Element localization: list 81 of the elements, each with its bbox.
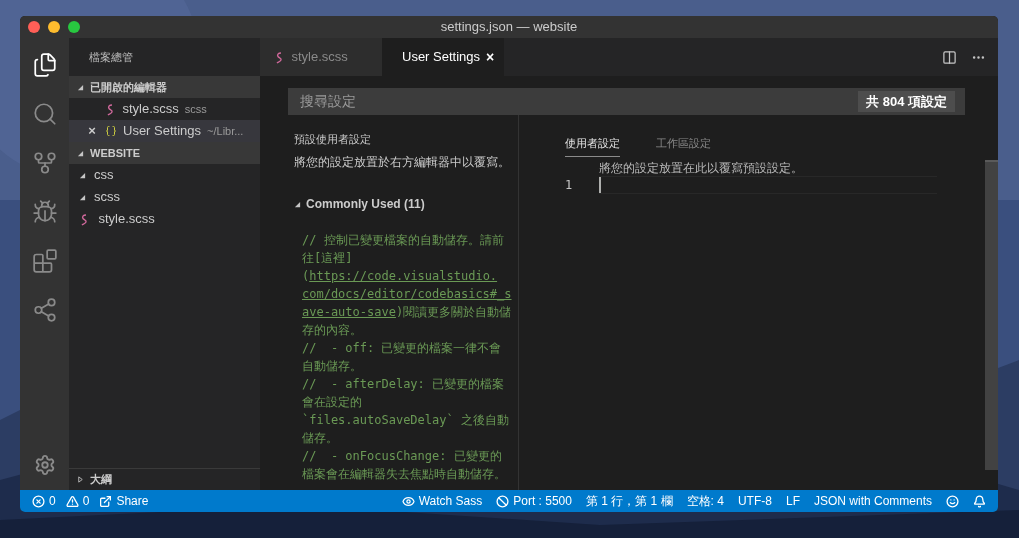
status-item[interactable]: 空格: 4 <box>686 492 724 510</box>
group-header[interactable]: Commonly Used (11) <box>306 195 425 213</box>
settings-count-badge: 共 804 項設定 <box>858 90 955 113</box>
smiley-icon <box>946 494 959 508</box>
close-tab-button[interactable]: × <box>486 46 495 68</box>
file-description: ~/Libr... <box>207 123 244 139</box>
status-item[interactable]: Port : 5500 <box>513 492 572 510</box>
search-icon[interactable] <box>31 101 58 127</box>
pane-description: 將您的設定放置於右方編輯器中以覆寫。 <box>294 154 511 171</box>
caret-icon[interactable] <box>77 83 84 91</box>
sidebar-title: 檔案總管 <box>89 49 133 65</box>
link[interactable]: ave-auto-save <box>302 305 396 319</box>
status-item[interactable]: Watch Sass <box>418 492 483 510</box>
eye-icon <box>401 494 415 508</box>
tree-item[interactable]: style.scss <box>98 209 155 229</box>
caret-icon[interactable] <box>294 200 301 208</box>
section-title: 大綱 <box>90 472 112 488</box>
caret-icon[interactable] <box>79 193 86 201</box>
share-icon <box>99 494 113 508</box>
settings-tab[interactable]: 使用者設定 <box>565 135 620 157</box>
braces-icon <box>105 125 117 137</box>
section-header[interactable]: 已開啟的編輯器 <box>69 76 260 98</box>
code-comment: 檔案會在編輯器失去焦點時自動儲存。 <box>302 467 506 481</box>
search-field[interactable]: 搜尋設定 共 804 項設定 <box>288 88 965 115</box>
caret-icon[interactable] <box>77 149 84 157</box>
line-number: 1 <box>565 177 574 194</box>
section-title: WEBSITE <box>90 145 141 161</box>
status-item[interactable]: 0 <box>49 492 56 510</box>
split-editor-icon[interactable] <box>942 49 957 65</box>
window-title: settings.json — website <box>440 18 578 37</box>
close-window-button[interactable] <box>28 21 40 33</box>
editor-tab[interactable]: User Settings × <box>382 38 504 76</box>
link[interactable]: https://code.visualstudio. <box>309 269 498 283</box>
no-entry-icon <box>496 494 510 508</box>
link[interactable]: com/docs/editor/codebasics#_s <box>302 287 512 301</box>
status-item[interactable]: JSON with Comments <box>813 492 932 510</box>
status-item[interactable]: 0 <box>82 492 90 510</box>
file-description: scss <box>184 101 207 117</box>
code-comment: 會在設定的 <box>302 395 362 409</box>
close-icon[interactable]: × <box>88 121 96 141</box>
code-comment: 往[這裡] <box>302 251 353 265</box>
minimize-window-button[interactable] <box>48 21 60 33</box>
settings-icon[interactable] <box>33 454 56 476</box>
section-header[interactable]: WEBSITE <box>69 142 260 164</box>
code-comment: ( <box>302 269 310 283</box>
open-editor-item[interactable]: × User Settings ~/Libr... <box>69 120 260 142</box>
section-title: 已開啟的編輯器 <box>90 79 167 95</box>
status-item[interactable]: Share <box>116 492 149 510</box>
zoom-window-button[interactable] <box>68 21 80 33</box>
caret-icon[interactable] <box>77 476 84 483</box>
settings-tab[interactable]: 工作區設定 <box>656 135 711 157</box>
bell-icon <box>973 494 986 508</box>
pane-title: 預設使用者設定 <box>294 132 372 147</box>
file-name: style.scss <box>122 100 179 119</box>
code-comment: `files.autoSaveDelay` 之後自動 <box>302 413 509 427</box>
text-cursor <box>599 177 601 193</box>
tree-item[interactable]: scss <box>94 187 120 207</box>
file-name: User Settings <box>123 122 202 141</box>
caret-icon[interactable] <box>79 171 86 179</box>
code-comment: // - off: 已變更的檔案一律不會 <box>302 341 502 355</box>
open-editor-item[interactable]: style.scss scss <box>69 98 260 120</box>
code-comment: // - onFocusChange: 已變更的 <box>302 449 502 463</box>
tree-item[interactable]: css <box>94 165 114 185</box>
bug-icon[interactable] <box>31 199 58 225</box>
status-item[interactable]: UTF-8 <box>737 492 772 510</box>
code-comment: // 控制已變更檔案的自動儲存。請前 <box>302 233 504 247</box>
share-icon[interactable] <box>31 297 58 323</box>
files-icon[interactable] <box>31 52 58 78</box>
code-comment: )閱讀更多關於自動儲 <box>395 305 512 319</box>
editor-tab[interactable]: style.scss <box>260 38 382 76</box>
status-item[interactable]: LF <box>785 492 800 510</box>
code-comment: 儲存。 <box>302 431 338 445</box>
editor-hint: 將您的設定放置在此以覆寫預設設定。 <box>599 160 804 176</box>
error-icon <box>32 494 45 508</box>
code-comment: 自動儲存。 <box>302 359 362 373</box>
code-comment: 存的內容。 <box>302 323 362 337</box>
status-item[interactable]: 第 1 行，第 1 欄 <box>585 492 673 510</box>
blocks-icon[interactable] <box>31 248 58 274</box>
code-comment: // - afterDelay: 已變更的檔案 <box>302 377 505 391</box>
branch-icon[interactable] <box>31 150 58 176</box>
warning-icon <box>65 494 79 508</box>
